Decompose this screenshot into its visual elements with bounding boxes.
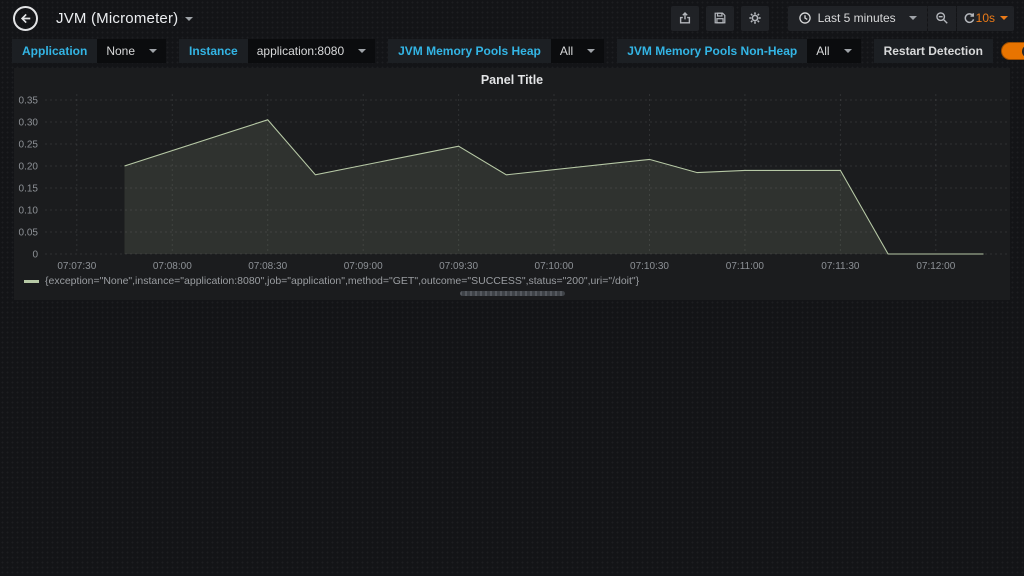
back-button[interactable] [13,6,38,31]
variable-restart-detection: Restart Detection [874,39,1024,63]
settings-button[interactable] [741,6,769,31]
time-controls: Last 5 minutes 10s [788,6,1014,31]
svg-text:0.05: 0.05 [19,228,39,239]
svg-text:07:08:30: 07:08:30 [248,261,287,272]
variable-jvm-memory-pools-heap: JVM Memory Pools Heap All [388,39,604,63]
variable-label: JVM Memory Pools Non-Heap [617,39,807,63]
variable-label: JVM Memory Pools Heap [388,39,551,63]
share-icon [678,11,692,25]
dashboard-variables-bar: Application None Instance application:80… [0,38,1024,64]
share-button[interactable] [671,6,699,31]
svg-text:0.30: 0.30 [19,118,39,129]
refresh-button[interactable]: 10s [957,6,1014,31]
restart-detection-toggle[interactable] [1001,42,1024,60]
chevron-down-icon[interactable] [185,17,193,25]
chevron-down-icon [1000,16,1008,24]
svg-text:07:08:00: 07:08:00 [153,261,192,272]
svg-text:0.35: 0.35 [19,96,39,107]
refresh-interval-dropdown[interactable]: 10s [976,11,1008,25]
time-range-label: Last 5 minutes [818,11,896,25]
svg-text:07:10:00: 07:10:00 [535,261,574,272]
dashboard-title[interactable]: JVM (Micrometer) [56,10,178,27]
zoom-out-button[interactable] [928,6,956,31]
variable-value-dropdown[interactable]: None [97,39,166,63]
arrow-left-icon [18,11,33,26]
svg-text:0.10: 0.10 [19,206,39,217]
variable-value-dropdown[interactable]: All [807,39,860,63]
svg-text:0.20: 0.20 [19,162,39,173]
panel-editor: Query Prometheus Add Query Query Inspect… [0,308,1024,576]
svg-text:07:12:00: 07:12:00 [916,261,955,272]
svg-text:07:11:00: 07:11:00 [726,261,765,272]
svg-text:07:10:30: 07:10:30 [630,261,669,272]
legend-series-name[interactable]: {exception="None",instance="application:… [45,275,639,287]
refresh-icon [963,12,976,25]
svg-text:07:09:30: 07:09:30 [439,261,478,272]
gear-icon [748,11,762,25]
variable-label: Restart Detection [874,39,993,63]
chevron-down-icon [587,49,595,57]
horizontal-scrollbar[interactable] [460,291,565,296]
variable-value: All [560,44,573,58]
chart-legend: {exception="None",instance="application:… [24,275,639,287]
save-button[interactable] [706,6,734,31]
time-series-chart[interactable]: 07:07:30 07:08:00 07:08:30 07:09:00 07:09:30… [14,68,1010,273]
magnifier-icon [935,11,949,25]
svg-text:0.25: 0.25 [19,140,39,151]
variable-label: Instance [179,39,248,63]
variable-value-dropdown[interactable]: All [551,39,604,63]
svg-text:07:09:00: 07:09:00 [344,261,383,272]
variable-label: Application [12,39,97,63]
legend-series-marker [24,280,39,283]
top-navbar: JVM (Micrometer) Last 5 minutes [0,0,1024,36]
variable-value: All [816,44,829,58]
refresh-interval-label: 10s [976,11,995,25]
time-range-picker[interactable]: Last 5 minutes [788,6,927,31]
chevron-down-icon [909,16,917,24]
variable-value-dropdown[interactable]: application:8080 [248,39,375,63]
save-icon [713,11,727,25]
variable-value: None [106,44,135,58]
variable-instance: Instance application:8080 [179,39,375,63]
svg-text:0: 0 [32,250,38,261]
chevron-down-icon [358,49,366,57]
clock-icon [798,11,812,25]
variable-jvm-memory-pools-non-heap: JVM Memory Pools Non-Heap All [617,39,860,63]
chevron-down-icon [844,49,852,57]
svg-text:07:07:30: 07:07:30 [57,261,96,272]
svg-text:0.15: 0.15 [19,184,39,195]
svg-text:07:11:30: 07:11:30 [821,261,860,272]
graph-panel: Panel Title 07:07:3007:08:0007:08:3007:0… [14,68,1010,300]
variable-value: application:8080 [257,44,344,58]
variable-application: Application None [12,39,166,63]
navbar-actions: Last 5 minutes 10s [671,6,1024,31]
chevron-down-icon [149,49,157,57]
